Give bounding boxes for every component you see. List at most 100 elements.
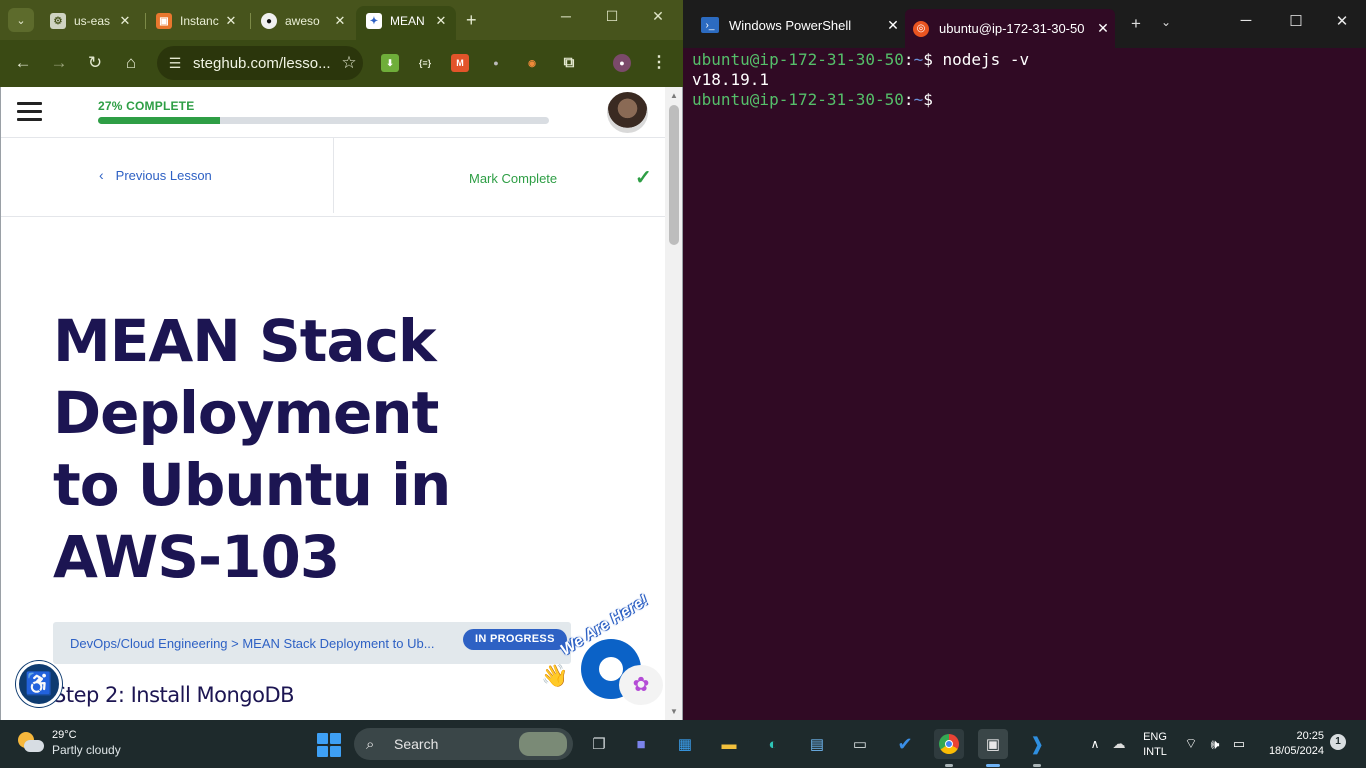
menu-kebab-icon[interactable]: ⋮ [650, 54, 668, 72]
tab-search-button[interactable]: ⌄ [8, 8, 34, 32]
tab-title: aweso [285, 14, 320, 28]
menu-hamburger-icon[interactable] [17, 102, 42, 122]
search-highlight-image [519, 732, 567, 756]
notification-badge[interactable]: 1 [1330, 734, 1346, 750]
language-indicator[interactable]: ENG INTL [1141, 730, 1169, 760]
store-icon[interactable]: ▦ [670, 729, 700, 759]
checkmark-icon[interactable]: ✓ [635, 165, 652, 190]
scrollbar-thumb[interactable] [669, 105, 679, 245]
tab-title: us-eas [74, 14, 111, 28]
terminal-window: ›_ Windows PowerShell ✕ ◎ ubuntu@ip-172-… [683, 0, 1366, 720]
terminal-line: v18.19.1 [692, 70, 1356, 90]
progress-bar [98, 117, 549, 124]
chrome-icon[interactable] [934, 729, 964, 759]
forward-icon[interactable]: → [48, 52, 70, 74]
scroll-down-icon[interactable]: ▼ [670, 707, 678, 716]
teams-icon[interactable]: ■ [626, 729, 656, 759]
previous-lesson-link[interactable]: ‹ Previous Lesson [99, 167, 212, 183]
breadcrumb-path[interactable]: DevOps/Cloud Engineering > MEAN Stack De… [70, 636, 450, 651]
browser-tab-4[interactable]: ✦ MEAN ✕ [356, 6, 456, 36]
maximize-icon[interactable]: ☐ [597, 8, 627, 25]
keyboard-layout: INTL [1143, 746, 1167, 758]
onedrive-error-icon[interactable]: ☁ [1104, 729, 1134, 759]
ubuntu-icon: ◎ [913, 20, 929, 37]
page-scrollbar[interactable]: ▲ ▼ [665, 87, 683, 720]
browser-tab-2[interactable]: ▣ Instanc ✕ [146, 6, 246, 36]
extension-mouse-icon[interactable]: ● [487, 54, 505, 72]
terminal-tab-ubuntu[interactable]: ◎ ubuntu@ip-172-31-30-50 ✕ [905, 9, 1115, 48]
powershell-icon: ›_ [701, 17, 719, 33]
extension-download-icon[interactable]: ⬇ [381, 54, 399, 72]
terminal-tab-powershell[interactable]: ›_ Windows PowerShell ✕ [697, 9, 905, 41]
active-indicator [986, 764, 1000, 767]
browser-window: ⌄ ⚙ us-eas ✕ ▣ Instanc ✕ ● aweso ✕ ✦ MEA… [0, 0, 683, 720]
clock-time: 20:25 [1296, 730, 1324, 742]
address-bar[interactable]: ☰ steghub.com/lesso... ☆ [157, 46, 363, 80]
progress-label: 27% COMPLETE [98, 99, 195, 113]
system-clock[interactable]: 20:25 18/05/2024 [1260, 729, 1324, 759]
close-tab-icon[interactable]: ✕ [222, 13, 240, 29]
task-view-icon[interactable]: ❐ [584, 729, 614, 759]
prompt-path: ~ [913, 50, 924, 69]
command-output: v18.19.1 [692, 70, 770, 89]
lesson-navigation: ‹ Previous Lesson Mark Complete ✓ [1, 138, 665, 217]
new-tab-icon[interactable]: + [466, 10, 477, 31]
close-tab-icon[interactable]: ✕ [116, 13, 134, 29]
browser-tab-1[interactable]: ⚙ us-eas ✕ [40, 6, 140, 36]
site-info-icon[interactable]: ☰ [165, 55, 185, 72]
chat-widget[interactable]: We Are Here! 👋 ✿ [541, 592, 665, 720]
close-window-icon[interactable]: ✕ [1327, 12, 1357, 30]
accessibility-icon[interactable]: ♿ [16, 661, 62, 707]
browser-toolbar: ← → ↻ ⌂ ☰ steghub.com/lesso... ☆ ⬇ {≡} M… [0, 40, 683, 87]
close-tab-icon[interactable]: ✕ [881, 17, 905, 34]
lesson-title: MEAN Stack Deployment to Ubuntu in AWS-1… [53, 307, 451, 591]
remote-desktop-icon[interactable]: ▭ [845, 729, 875, 759]
language-code: ENG [1143, 731, 1167, 743]
running-indicator [945, 764, 953, 767]
windows-start-icon[interactable] [317, 733, 341, 757]
profile-avatar-icon[interactable]: ● [613, 54, 631, 72]
minimize-icon[interactable]: ─ [551, 8, 581, 24]
extension-flame-icon[interactable]: ◉ [523, 54, 541, 72]
tab-title: MEAN [390, 14, 425, 28]
terminal-tabstrip: ›_ Windows PowerShell ✕ ◎ ubuntu@ip-172-… [683, 0, 1366, 48]
extension-json-icon[interactable]: {≡} [416, 54, 434, 72]
new-terminal-tab-icon[interactable]: + [1131, 14, 1141, 34]
notepad-icon[interactable]: ▤ [802, 729, 832, 759]
reload-icon[interactable]: ↻ [84, 52, 106, 74]
extension-m-icon[interactable]: M [451, 54, 469, 72]
extensions-puzzle-icon[interactable]: ⧉ [560, 54, 578, 72]
vscode-icon[interactable]: ❱ [1022, 729, 1052, 759]
terminal-dropdown-icon[interactable]: ⌄ [1161, 15, 1171, 29]
close-tab-icon[interactable]: ✕ [1091, 20, 1115, 37]
scroll-up-icon[interactable]: ▲ [670, 91, 678, 100]
bookmark-star-icon[interactable]: ☆ [335, 53, 363, 73]
terminal-output[interactable]: ubuntu@ip-172-31-30-50:~$ nodejs -v v18.… [692, 48, 1356, 110]
close-tab-icon[interactable]: ✕ [331, 13, 349, 29]
weather-widget[interactable]: 29°C Partly cloudy [18, 728, 121, 758]
edge-icon[interactable]: ◐ [758, 729, 788, 759]
lesson-page: 27% COMPLETE ‹ Previous Lesson Mark Compl… [0, 87, 665, 720]
command-text: nodejs -v [932, 50, 1030, 69]
step-heading: Step 2: Install MongoDB [53, 683, 295, 707]
close-tab-icon[interactable]: ✕ [432, 13, 450, 29]
chevron-left-icon: ‹ [99, 167, 104, 183]
terminal-icon[interactable]: ▣ [978, 729, 1008, 759]
todo-icon[interactable]: ✔ [890, 729, 920, 759]
taskbar-search[interactable]: ⌕ Search [354, 728, 573, 760]
browser-tab-3[interactable]: ● aweso ✕ [251, 6, 355, 36]
maximize-icon[interactable]: ☐ [1281, 12, 1311, 30]
prompt-user: ubuntu@ip-172-31-30-50 [692, 50, 904, 69]
ai-brain-icon[interactable]: ✿ [619, 665, 663, 705]
file-explorer-icon[interactable]: ▬ [714, 729, 744, 759]
back-icon[interactable]: ← [12, 52, 34, 74]
home-icon[interactable]: ⌂ [120, 52, 142, 74]
user-avatar[interactable] [607, 92, 648, 133]
battery-icon[interactable]: ▭ [1224, 729, 1254, 759]
prompt-user: ubuntu@ip-172-31-30-50 [692, 90, 904, 109]
previous-lesson-label: Previous Lesson [115, 168, 212, 183]
partly-cloudy-icon [18, 730, 44, 756]
mark-complete-button[interactable]: Mark Complete [469, 171, 557, 186]
close-window-icon[interactable]: ✕ [643, 8, 673, 25]
minimize-icon[interactable]: ─ [1231, 12, 1261, 29]
